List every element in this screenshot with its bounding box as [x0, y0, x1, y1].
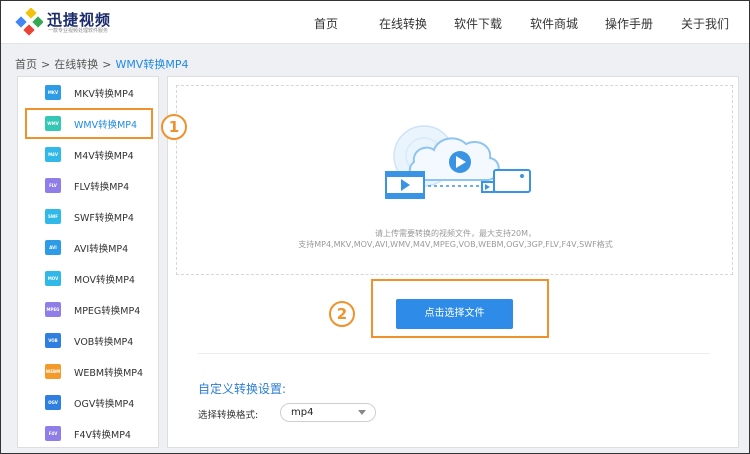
sidebar-item-wmv[interactable]: WMV WMV转换MP4	[18, 109, 158, 140]
breadcrumb-separator: >	[102, 58, 112, 71]
sidebar-item-flv[interactable]: FLV FLV转换MP4	[18, 171, 158, 202]
nav-about[interactable]: 关于我们	[681, 15, 729, 32]
ogv-file-icon: OGV	[45, 395, 61, 410]
sidebar-item-label: OGV转换MP4	[74, 399, 135, 410]
top-header: 迅捷视频 一款专业视频处理软件服务 首页 在线转换 软件下载 软件商城 操作手册…	[1, 1, 749, 44]
mov-file-icon: MOV	[45, 271, 61, 286]
wmv-file-icon: WMV	[45, 116, 61, 131]
flv-file-icon: FLV	[45, 178, 61, 193]
sidebar-item-vob[interactable]: VOB VOB转换MP4	[18, 326, 158, 357]
cloud-video-upload-icon	[385, 125, 531, 199]
sidebar-item-label: MKV转换MP4	[74, 89, 134, 100]
converter-panel: 请上传需要转换的视频文件，最大支持20M， 支持MP4,MKV,MOV,AVI,…	[167, 76, 739, 448]
sidebar-item-webm[interactable]: WEBM WEBM转换MP4	[18, 357, 158, 388]
sidebar-item-f4v[interactable]: F4V F4V转换MP4	[18, 419, 158, 450]
output-format-select[interactable]: mp4	[280, 403, 376, 422]
breadcrumb-home[interactable]: 首页	[15, 58, 37, 71]
format-sidebar: MKV MKV转换MP4 WMV WMV转换MP4 M4V M4V转换MP4 F…	[17, 76, 159, 448]
m4v-file-icon: M4V	[45, 147, 61, 162]
sidebar-item-label: MOV转换MP4	[74, 275, 135, 286]
breadcrumb-separator: >	[41, 58, 51, 71]
sidebar-item-label: MPEG转换MP4	[74, 306, 141, 317]
nav-online-convert[interactable]: 在线转换	[379, 15, 427, 32]
sidebar-item-swf[interactable]: SWF SWF转换MP4	[18, 202, 158, 233]
chevron-down-icon	[358, 410, 366, 415]
nav-manual[interactable]: 操作手册	[605, 15, 653, 32]
nav-home[interactable]: 首页	[314, 15, 338, 32]
sidebar-item-label: WEBM转换MP4	[74, 368, 144, 379]
section-divider	[198, 353, 710, 354]
step2-marker: 2	[329, 301, 355, 327]
webm-file-icon: WEBM	[45, 364, 61, 379]
breadcrumb-online-convert[interactable]: 在线转换	[54, 58, 98, 71]
choose-file-button[interactable]: 点击选择文件	[396, 299, 513, 329]
mkv-file-icon: MKV	[45, 85, 61, 100]
nav-software-download[interactable]: 软件下载	[454, 15, 502, 32]
breadcrumb: 首页 > 在线转换 > WMV转换MP4	[15, 56, 188, 72]
sidebar-item-label: M4V转换MP4	[74, 151, 134, 162]
sidebar-item-label: F4V转换MP4	[74, 430, 131, 441]
sidebar-item-label: SWF转换MP4	[74, 213, 134, 224]
upload-hint-size: 请上传需要转换的视频文件，最大支持20M，	[374, 229, 537, 238]
f4v-file-icon: F4V	[45, 426, 61, 441]
sidebar-item-label: VOB转换MP4	[74, 337, 134, 348]
format-selected-value: mp4	[291, 407, 314, 418]
swf-file-icon: SWF	[45, 209, 61, 224]
breadcrumb-current: WMV转换MP4	[115, 58, 189, 71]
sidebar-item-ogv[interactable]: OGV OGV转换MP4	[18, 388, 158, 419]
sidebar-item-mkv[interactable]: MKV MKV转换MP4	[18, 78, 158, 109]
sidebar-item-avi[interactable]: AVI AVI转换MP4	[18, 233, 158, 264]
nav-software-store[interactable]: 软件商城	[530, 15, 578, 32]
mpeg-file-icon: MPEG	[45, 302, 61, 317]
upload-dropzone[interactable]: 请上传需要转换的视频文件，最大支持20M， 支持MP4,MKV,MOV,AVI,…	[176, 85, 733, 275]
vob-file-icon: VOB	[45, 333, 61, 348]
sidebar-item-m4v[interactable]: M4V M4V转换MP4	[18, 140, 158, 171]
main-nav: 首页 在线转换 软件下载 软件商城 操作手册 关于我们	[1, 1, 749, 44]
sidebar-item-mpeg[interactable]: MPEG MPEG转换MP4	[18, 295, 158, 326]
sidebar-item-label: AVI转换MP4	[74, 244, 129, 255]
format-label: 选择转换格式:	[198, 410, 259, 421]
sidebar-item-mov[interactable]: MOV MOV转换MP4	[18, 264, 158, 295]
avi-file-icon: AVI	[45, 240, 61, 255]
step1-marker: 1	[161, 114, 187, 140]
sidebar-item-label: WMV转换MP4	[74, 120, 138, 131]
upload-hint-formats: 支持MP4,MKV,MOV,AVI,WMV,M4V,MPEG,VOB,WEBM,…	[298, 240, 613, 249]
sidebar-item-label: FLV转换MP4	[74, 182, 130, 193]
custom-settings-title: 自定义转换设置:	[198, 382, 287, 396]
